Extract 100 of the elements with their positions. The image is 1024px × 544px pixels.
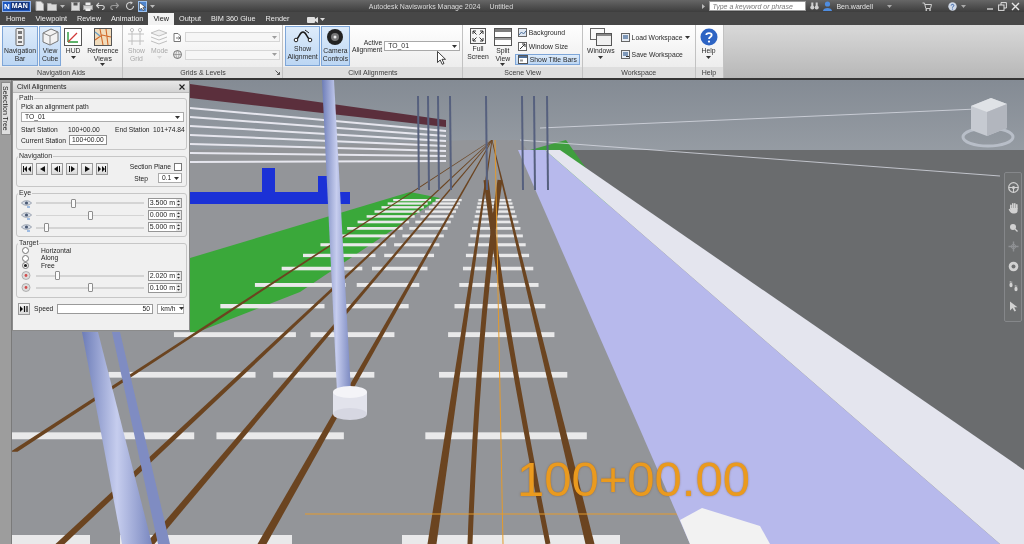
caret-icon [702,3,706,9]
sleeper [472,227,521,230]
sleeper [366,215,415,218]
ring-icon [1007,261,1019,272]
play-pause-button[interactable] [18,302,30,315]
spin-buttons-icon [176,211,181,219]
pan-button[interactable] [1007,202,1019,214]
undo-icon[interactable] [95,2,106,10]
redo-icon[interactable] [108,2,119,10]
cart-icon[interactable] [922,1,932,11]
spin-buttons-icon [176,199,181,207]
title-bar-icon [517,54,528,64]
step-forward-icon [69,166,75,172]
camera-icon [306,15,318,23]
user-icon[interactable] [823,1,833,11]
slider-thumb[interactable] [87,210,93,220]
caret-icon [272,53,278,57]
caret-icon [59,4,65,8]
hand-icon [1007,202,1019,214]
skip-to-start-icon [23,166,31,172]
save-icon[interactable] [70,1,80,11]
footprints-icon [1007,281,1019,292]
play-reverse-icon [39,166,45,172]
caret-icon [178,307,184,310]
cube-icon [41,28,60,46]
print-icon[interactable] [82,1,93,11]
help-icon[interactable] [948,1,957,11]
step-back-icon [54,166,60,172]
spin-buttons-icon [176,283,181,292]
stacked-windows-icon [589,28,612,46]
caret-icon [452,44,458,48]
playback-button[interactable] [96,163,108,175]
close-icon [179,83,185,90]
split-window-icon [493,28,512,46]
slider-thumb[interactable] [87,283,93,292]
spin-buttons-icon [176,271,181,280]
slider-thumb[interactable] [71,198,77,208]
picture-icon [517,28,527,38]
close-icon[interactable] [1011,1,1020,11]
pointer-icon [1008,301,1018,312]
caret-icon [319,17,325,21]
sleeper [402,234,444,238]
crosshair-icon [1007,241,1019,252]
caret-icon [500,63,506,66]
sleeper [409,227,448,230]
sleeper [420,215,454,218]
full-wheel-button[interactable] [1007,182,1019,193]
layers-icon [150,28,169,46]
workspace-icon [620,50,630,60]
resize-icon [517,41,527,51]
refresh-icon[interactable] [124,1,135,11]
playback-button[interactable] [81,163,93,175]
skip-to-end-icon [98,166,106,172]
sleeper [347,227,403,230]
playback-button[interactable] [21,163,33,175]
caret-icon [272,35,278,39]
disc-icon [326,28,345,46]
close-button[interactable] [179,83,185,90]
playback-button[interactable] [51,163,63,175]
select-tool-button[interactable] [137,0,147,12]
playback-button[interactable] [36,163,48,175]
help-icon [699,28,718,46]
playback-button[interactable] [66,163,78,175]
pointer-icon [138,1,146,11]
binoculars-icon[interactable] [810,2,820,10]
select-button[interactable] [1008,301,1018,312]
document-arrow-icon [173,32,183,42]
spin-buttons-icon [176,223,181,231]
caret-icon [961,4,966,8]
navigation-bar-icon [14,28,27,46]
caret-icon [598,55,604,59]
axes-icon [64,28,83,46]
workspace-icon [620,32,630,42]
zoom-icon [1008,223,1018,232]
play-icon [84,166,90,172]
slider-thumb[interactable] [44,222,50,232]
grid-icon [127,28,146,46]
slider-thumb[interactable] [55,271,61,280]
steering-wheel-icon [1007,182,1019,193]
walk-button[interactable] [1007,281,1019,292]
alignment-curve-icon [292,28,313,44]
caret-icon [684,35,690,39]
restore-icon[interactable] [998,1,1007,11]
caret-icon [149,4,155,8]
caret-icon [175,115,180,119]
eye-icon [21,222,32,232]
map-icon [93,28,112,46]
look-button[interactable] [1007,261,1019,272]
mouse-pointer-icon [437,51,446,65]
globe-icon [173,50,183,60]
target-icon [21,271,32,280]
caret-icon [887,4,892,8]
launcher-icon[interactable] [275,70,281,75]
zoom-button[interactable] [1008,223,1018,232]
caret-icon [100,63,106,66]
target-icon [21,283,32,292]
caret-icon [70,55,76,59]
eye-icon [21,210,32,220]
caret-icon [706,55,711,59]
eye-icon [21,198,32,208]
